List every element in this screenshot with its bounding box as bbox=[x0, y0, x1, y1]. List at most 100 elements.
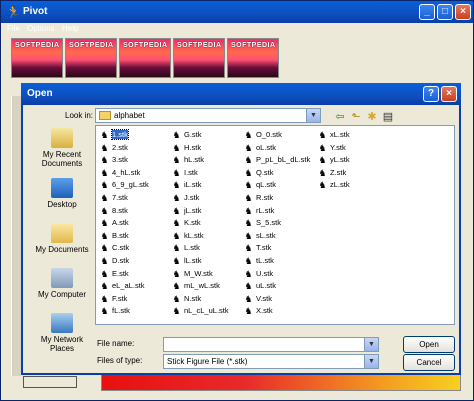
chevron-down-icon[interactable]: ▼ bbox=[306, 109, 320, 122]
file-item-label: 6_9_gL.stk bbox=[112, 180, 149, 190]
file-item[interactable]: ♞ tL.stk bbox=[244, 255, 273, 266]
dialog-close-button[interactable]: × bbox=[441, 86, 457, 102]
file-item[interactable]: ♞ D.stk bbox=[100, 255, 129, 266]
frame-thumb-3[interactable]: SOFTPEDIA bbox=[119, 38, 171, 78]
file-item-label: xL.stk bbox=[330, 130, 350, 139]
file-item[interactable]: ♞ lL.stk bbox=[172, 255, 201, 266]
menu-help[interactable]: Help bbox=[62, 24, 78, 33]
thumb-watermark: SOFTPEDIA bbox=[177, 42, 222, 49]
file-item-label: Q.stk bbox=[256, 167, 274, 177]
frame-thumb-2[interactable]: SOFTPEDIA bbox=[65, 38, 117, 78]
file-item[interactable]: ♞ U.stk bbox=[244, 268, 273, 279]
file-item[interactable]: ♞ 4_hL.stk bbox=[100, 167, 140, 178]
file-item[interactable]: ♞ N.stk bbox=[172, 293, 201, 304]
file-item[interactable]: ♞ zL.stk bbox=[318, 179, 349, 190]
folder-icon bbox=[99, 111, 111, 120]
stick-file-icon: ♞ bbox=[172, 142, 181, 153]
file-item[interactable]: ♞ C.stk bbox=[100, 242, 129, 253]
place-label: Desktop bbox=[47, 200, 77, 209]
file-item[interactable]: ♞ eL_aL.stk bbox=[100, 280, 144, 291]
file-item-label: D.stk bbox=[112, 256, 130, 265]
file-item[interactable]: ♞ A.stk bbox=[100, 217, 128, 228]
file-item[interactable]: ♞ nL_cL_uL.stk bbox=[172, 305, 228, 316]
open-button[interactable]: Open bbox=[403, 336, 455, 353]
place-documents[interactable]: My Documents bbox=[31, 223, 93, 254]
file-item[interactable]: ♞ E.stk bbox=[100, 268, 128, 279]
file-item[interactable]: ♞ xL.stk bbox=[318, 129, 350, 140]
place-desktop[interactable]: Desktop bbox=[31, 178, 93, 209]
file-item[interactable]: ♞ M_W.stk bbox=[172, 268, 212, 279]
chevron-down-icon[interactable]: ▼ bbox=[364, 338, 378, 351]
chevron-down-icon[interactable]: ▼ bbox=[364, 355, 378, 368]
file-item[interactable]: ♞ Y.stk bbox=[318, 142, 345, 153]
file-item[interactable]: ♞ 7.stk bbox=[100, 192, 127, 203]
file-item[interactable]: ♞ V.stk bbox=[244, 293, 272, 304]
file-item[interactable]: ♞ 6_9_gL.stk bbox=[100, 179, 149, 190]
stick-file-icon: ♞ bbox=[244, 230, 253, 241]
file-item[interactable]: ♞ Z.stk bbox=[318, 167, 346, 178]
stick-file-icon: ♞ bbox=[244, 167, 253, 178]
file-item[interactable]: ♞ sL.stk bbox=[244, 230, 275, 241]
file-item[interactable]: ♞ mL_wL.stk bbox=[172, 280, 219, 291]
stick-file-icon: ♞ bbox=[244, 243, 253, 254]
menu-options[interactable]: Options bbox=[27, 24, 55, 33]
file-item[interactable]: ♞ G.stk bbox=[172, 129, 201, 140]
file-item[interactable]: ♞ I.stk bbox=[172, 167, 197, 178]
file-item[interactable]: ♞ oL.stk bbox=[244, 142, 276, 153]
file-list[interactable]: ♞ 1.stk ♞ G.stk ♞ O_0.stk ♞ xL.stk ♞ 2.stk ♞ H.stk ♞… bbox=[95, 125, 455, 325]
views-menu-icon[interactable]: ▤ bbox=[381, 110, 395, 124]
new-folder-icon[interactable]: ✱ bbox=[365, 110, 379, 124]
minimize-button[interactable]: _ bbox=[419, 4, 435, 20]
file-item[interactable]: ♞ 8.stk bbox=[100, 205, 127, 216]
file-item[interactable]: ♞ L.stk bbox=[172, 242, 199, 253]
back-icon[interactable]: ⇦ bbox=[333, 110, 347, 124]
file-item[interactable]: ♞ uL.stk bbox=[244, 280, 276, 291]
right-scrollbar[interactable] bbox=[461, 91, 473, 391]
file-type-label: Files of type: bbox=[97, 356, 143, 365]
file-item[interactable]: ♞ S_5.stk bbox=[244, 217, 281, 228]
file-item[interactable]: ♞ B.stk bbox=[100, 230, 128, 241]
file-item[interactable]: ♞ 3.stk bbox=[100, 154, 127, 165]
file-item[interactable]: ♞ O_0.stk bbox=[244, 129, 281, 140]
file-type-dropdown[interactable]: Stick Figure File (*.stk) ▼ bbox=[163, 354, 379, 369]
file-item[interactable]: ♞ 1.stk bbox=[100, 129, 129, 140]
maximize-button[interactable]: □ bbox=[437, 4, 453, 20]
file-item[interactable]: ♞ Q.stk bbox=[244, 167, 274, 178]
file-item[interactable]: ♞ H.stk bbox=[172, 142, 201, 153]
menu-file[interactable]: File bbox=[7, 24, 20, 33]
pivot-window: 🏃 Pivot _ □ × File Options Help SOFTPEDI… bbox=[0, 0, 474, 401]
file-item[interactable]: ♞ jL.stk bbox=[172, 205, 201, 216]
file-item[interactable]: ♞ T.stk bbox=[244, 242, 271, 253]
file-item[interactable]: ♞ yL.stk bbox=[318, 154, 349, 165]
file-item[interactable]: ♞ hL.stk bbox=[172, 154, 204, 165]
file-item-label: uL.stk bbox=[256, 281, 277, 291]
place-computer[interactable]: My Computer bbox=[31, 268, 93, 299]
file-item[interactable]: ♞ P_pL_bL_dL.stk bbox=[244, 154, 310, 165]
file-item[interactable]: ♞ R.stk bbox=[244, 192, 273, 203]
file-item[interactable]: ♞ X.stk bbox=[244, 305, 272, 317]
file-item-label: C.stk bbox=[112, 243, 130, 253]
file-item[interactable]: ♞ 2.stk bbox=[100, 142, 127, 153]
bottom-field[interactable] bbox=[23, 376, 77, 388]
file-item[interactable]: ♞ iL.stk bbox=[172, 179, 201, 190]
frame-thumb-4[interactable]: SOFTPEDIA bbox=[173, 38, 225, 78]
stick-file-icon: ♞ bbox=[172, 230, 181, 241]
place-recent[interactable]: My Recent Documents bbox=[31, 128, 93, 168]
frame-thumb-5[interactable]: SOFTPEDIA bbox=[227, 38, 279, 78]
place-network[interactable]: My Network Places bbox=[31, 313, 93, 353]
look-in-dropdown[interactable]: alphabet ▼ bbox=[95, 108, 321, 123]
file-item[interactable]: ♞ rL.stk bbox=[244, 205, 274, 216]
close-button[interactable]: × bbox=[455, 4, 471, 20]
file-item[interactable]: ♞ K.stk bbox=[172, 217, 200, 228]
file-item[interactable]: ♞ qL.stk bbox=[244, 179, 276, 190]
file-item[interactable]: ♞ J.stk bbox=[172, 192, 199, 203]
frame-thumb-1[interactable]: SOFTPEDIA bbox=[11, 38, 63, 78]
file-item[interactable]: ♞ fL.stk bbox=[100, 305, 129, 316]
help-button[interactable]: ? bbox=[423, 86, 439, 102]
stick-file-icon: ♞ bbox=[244, 306, 253, 317]
cancel-button[interactable]: Cancel bbox=[403, 354, 455, 371]
file-name-input[interactable]: ▼ bbox=[163, 337, 379, 352]
up-folder-icon[interactable]: ⬑ bbox=[349, 110, 363, 124]
file-item[interactable]: ♞ F.stk bbox=[100, 293, 127, 304]
file-item[interactable]: ♞ kL.stk bbox=[172, 230, 203, 241]
